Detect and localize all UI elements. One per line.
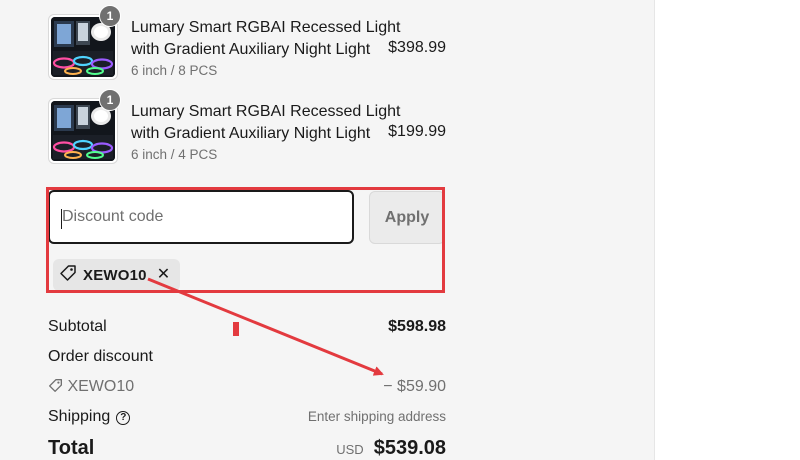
- product-variant: 6 inch / 4 PCS: [131, 147, 218, 162]
- quantity-badge: 1: [99, 5, 121, 27]
- quantity-badge: 1: [99, 89, 121, 111]
- tag-icon: [48, 378, 67, 395]
- product-price: $398.99: [388, 39, 446, 56]
- annotation-highlight-box: [46, 187, 445, 293]
- annotation-mark: [233, 322, 239, 336]
- line-item: 1 Lumary Smart RGBAI Recessed Light with…: [48, 89, 446, 168]
- shipping-value: Enter shipping address: [307, 409, 446, 424]
- shipping-label: Shipping: [48, 408, 111, 425]
- subtotal-value: $598.98: [388, 318, 446, 335]
- shipping-row: Shipping? Enter shipping address: [48, 408, 446, 426]
- total-label: Total: [48, 437, 95, 459]
- discount-amount: − $59.90: [383, 378, 446, 395]
- product-thumbnail: 1: [48, 5, 121, 80]
- checkout-right-pane: [655, 0, 800, 460]
- product-title: Lumary Smart RGBAI Recessed Light with G…: [131, 103, 401, 142]
- line-item: 1 Lumary Smart RGBAI Recessed Light with…: [48, 5, 446, 84]
- order-discount-label: Order discount: [48, 348, 153, 365]
- total-row: Total USD $539.08: [48, 437, 446, 460]
- currency-code: USD: [336, 442, 364, 457]
- help-icon[interactable]: ?: [116, 411, 131, 425]
- product-price: $199.99: [388, 123, 446, 140]
- discount-code-line: XEWO10: [48, 378, 134, 396]
- subtotal-label: Subtotal: [48, 318, 107, 335]
- shipping-label-wrap: Shipping?: [48, 408, 131, 426]
- discount-code-text: XEWO10: [67, 378, 135, 395]
- total-amount: USD $539.08: [336, 437, 446, 460]
- order-discount-row: Order discount: [48, 348, 446, 366]
- discount-detail-row: XEWO10 − $59.90: [48, 378, 446, 396]
- product-variant: 6 inch / 8 PCS: [131, 63, 218, 78]
- total-value: $539.08: [373, 437, 446, 459]
- product-thumbnail: 1: [48, 89, 121, 164]
- subtotal-row: Subtotal $598.98: [48, 318, 446, 336]
- product-title: Lumary Smart RGBAI Recessed Light with G…: [131, 19, 401, 58]
